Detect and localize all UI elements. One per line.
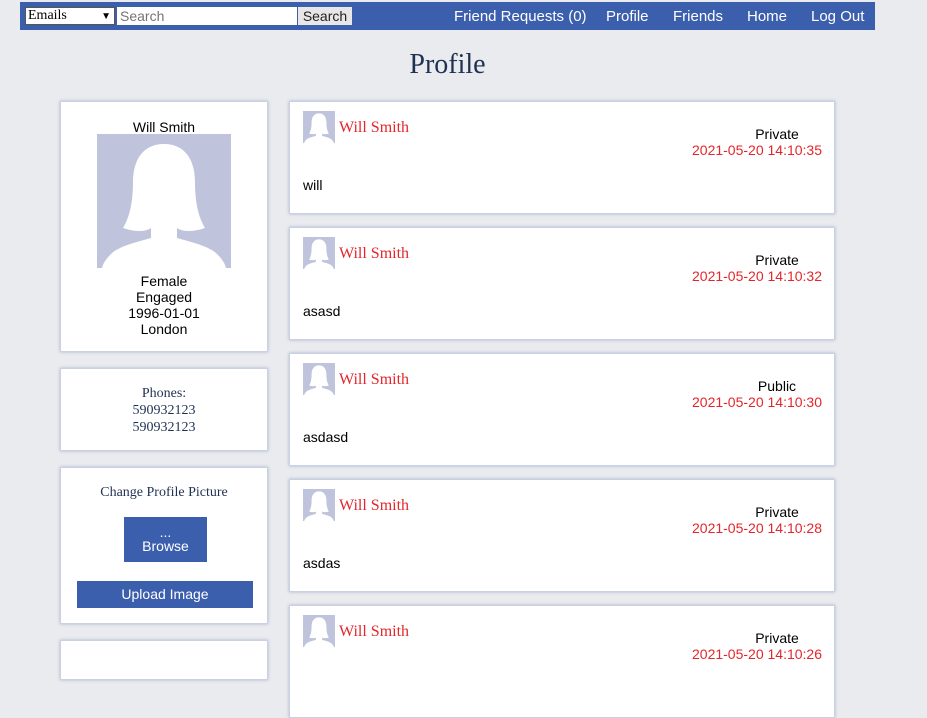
profile-birthdate: 1996-01-01: [128, 305, 200, 321]
post-avatar: [303, 111, 335, 143]
post-card: Will Smith Private 2021-05-20 14:10:32 a…: [289, 227, 835, 340]
post-date: 2021-05-20 14:10:30: [692, 394, 822, 410]
nav-friend-requests[interactable]: Friend Requests (0): [454, 8, 587, 25]
post-card: Will Smith Private 2021-05-20 14:10:28 a…: [289, 479, 835, 592]
phone-number: 590932123: [132, 403, 196, 418]
post-author[interactable]: Will Smith: [339, 623, 409, 641]
post-privacy: Private: [755, 126, 799, 142]
phones-card: Phones: 590932123 590932123: [60, 368, 268, 451]
post-author[interactable]: Will Smith: [339, 497, 409, 515]
post-date: 2021-05-20 14:10:32: [692, 268, 822, 284]
female-silhouette-icon: [303, 237, 335, 269]
post-avatar: [303, 615, 335, 647]
female-silhouette-icon: [97, 134, 231, 268]
female-silhouette-icon: [303, 615, 335, 647]
nav-friends[interactable]: Friends: [673, 8, 723, 25]
post-card: Will Smith Private 2021-05-20 14:10:35 w…: [289, 101, 835, 214]
profile-name: Will Smith: [132, 119, 196, 135]
browse-button[interactable]: ... Browse: [124, 517, 207, 562]
profile-gender: Female: [140, 273, 188, 289]
search-type-select[interactable]: Emails ▼: [25, 7, 115, 25]
search-input[interactable]: Search: [117, 7, 297, 25]
browse-dots: ...: [159, 524, 172, 540]
female-silhouette-icon: [303, 111, 335, 143]
extra-card: [60, 640, 268, 680]
post-date: 2021-05-20 14:10:28: [692, 520, 822, 536]
post-privacy: Public: [757, 378, 797, 394]
post-author[interactable]: Will Smith: [339, 245, 409, 263]
post-body: asdas: [303, 555, 341, 571]
post-privacy: Private: [755, 252, 799, 268]
search-type-value: Emails: [28, 8, 67, 23]
chevron-down-icon: ▼: [101, 11, 111, 22]
nav-log-out[interactable]: Log Out: [811, 8, 864, 25]
post-date: 2021-05-20 14:10:35: [692, 142, 822, 158]
profile-city: London: [140, 321, 188, 337]
post-card: Will Smith Public 2021-05-20 14:10:30 as…: [289, 353, 835, 466]
profile-relationship: Engaged: [135, 289, 193, 305]
upload-title: Change Profile Picture: [100, 485, 228, 500]
phone-number: 590932123: [132, 420, 196, 435]
post-date: 2021-05-20 14:10:26: [692, 646, 822, 662]
post-body: will: [303, 177, 323, 193]
profile-info-card: Will Smith Female Engaged 1996-01-01 Lon…: [60, 101, 268, 352]
top-navbar: Emails ▼ Search Search Friend Requests (…: [20, 2, 875, 30]
nav-profile[interactable]: Profile: [606, 8, 649, 25]
search-button[interactable]: Search: [298, 7, 352, 25]
post-privacy: Private: [755, 630, 799, 646]
post-body: asdasd: [303, 429, 349, 445]
profile-avatar: [97, 134, 231, 268]
profile-details: Female Engaged 1996-01-01 London: [61, 273, 267, 337]
post-author[interactable]: Will Smith: [339, 119, 409, 137]
browse-label: Browse: [142, 538, 189, 554]
post-privacy: Private: [755, 504, 799, 520]
upload-image-button[interactable]: Upload Image: [77, 581, 253, 608]
post-avatar: [303, 363, 335, 395]
upload-picture-card: Change Profile Picture ... Browse Upload…: [60, 467, 268, 624]
post-avatar: [303, 237, 335, 269]
female-silhouette-icon: [303, 363, 335, 395]
nav-home[interactable]: Home: [747, 8, 787, 25]
phones-label: Phones:: [141, 386, 187, 401]
page-title: Profile: [409, 49, 486, 80]
female-silhouette-icon: [303, 489, 335, 521]
post-avatar: [303, 489, 335, 521]
post-body: asasd: [303, 303, 341, 319]
post-author[interactable]: Will Smith: [339, 371, 409, 389]
